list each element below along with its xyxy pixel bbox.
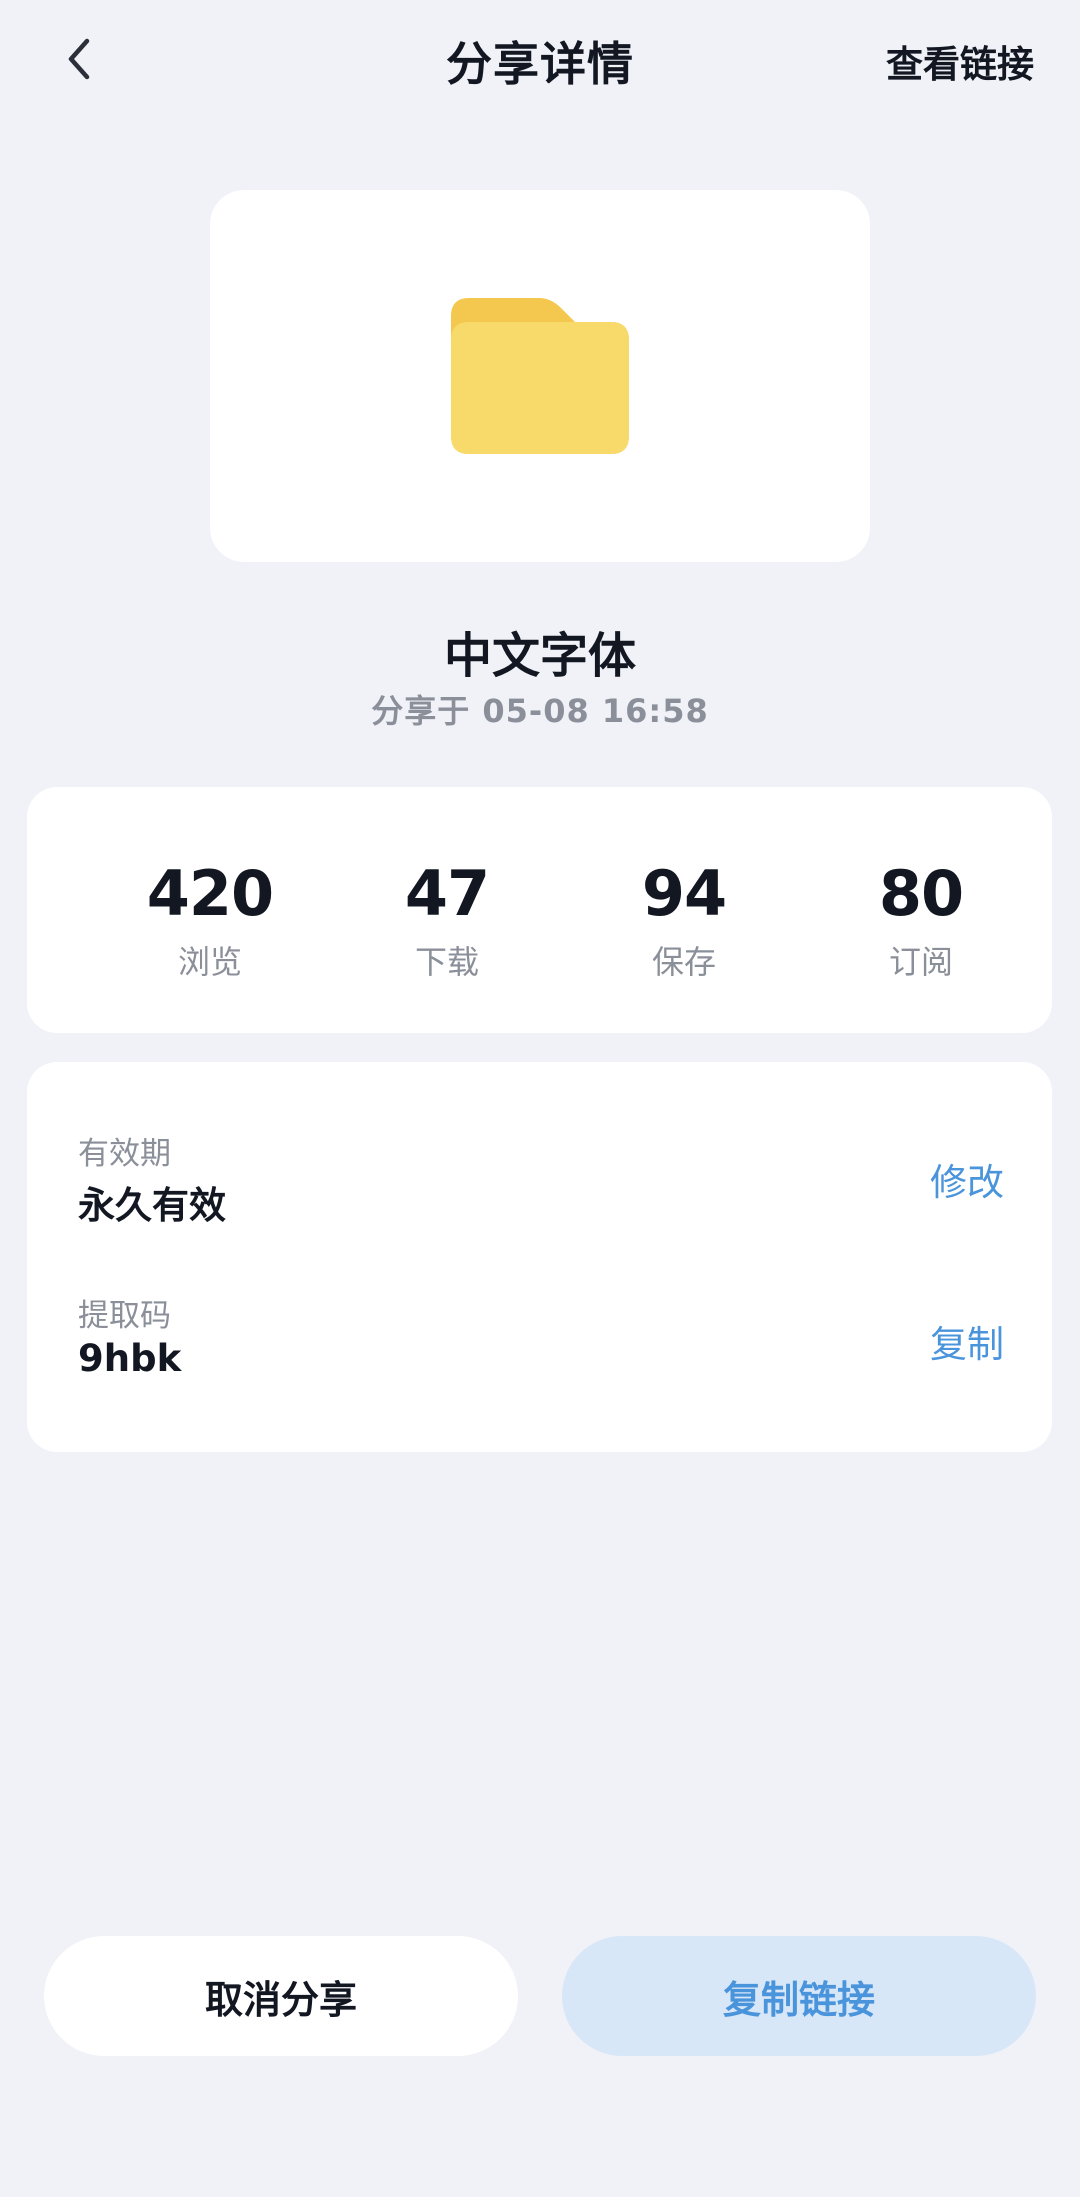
validity-row: 有效期 永久有效 修改 (27, 1128, 1052, 1248)
view-link-button[interactable]: 查看链接 (886, 34, 1034, 88)
stat-label: 保存 (651, 943, 716, 981)
stat-label: 订阅 (888, 943, 953, 981)
extraction-code-value: 9hbk (78, 1337, 182, 1380)
stat-value: 94 (641, 857, 727, 930)
stat-value: 80 (878, 857, 964, 930)
validity-label: 有效期 (78, 1136, 171, 1172)
file-name: 中文字体 (443, 628, 636, 684)
copy-code-button[interactable]: 复制 (930, 1314, 1004, 1368)
folder-icon (451, 298, 629, 454)
validity-value: 永久有效 (78, 1184, 226, 1227)
stats-card: 420 浏览 47 下载 94 保存 80 订阅 (27, 787, 1052, 1033)
share-details-screen: 分享详情 查看链接 中文字体 分享于 05-08 16:58 420 浏览 47… (0, 0, 1080, 2197)
copy-link-button[interactable]: 复制链接 (562, 1936, 1036, 2056)
cancel-share-button[interactable]: 取消分享 (44, 1936, 518, 2056)
stat-value: 47 (404, 857, 490, 930)
modify-validity-button[interactable]: 修改 (930, 1152, 1004, 1206)
share-timestamp: 分享于 05-08 16:58 (371, 692, 709, 730)
stat-value: 420 (146, 857, 274, 930)
extraction-code-label: 提取码 (78, 1298, 171, 1334)
extraction-code-row: 提取码 9hbk 复制 (27, 1290, 1052, 1410)
stat-label: 下载 (414, 943, 479, 981)
stat-label: 浏览 (177, 943, 242, 981)
file-preview-card[interactable] (210, 190, 870, 562)
share-info-card: 有效期 永久有效 修改 提取码 9hbk 复制 (27, 1062, 1052, 1452)
